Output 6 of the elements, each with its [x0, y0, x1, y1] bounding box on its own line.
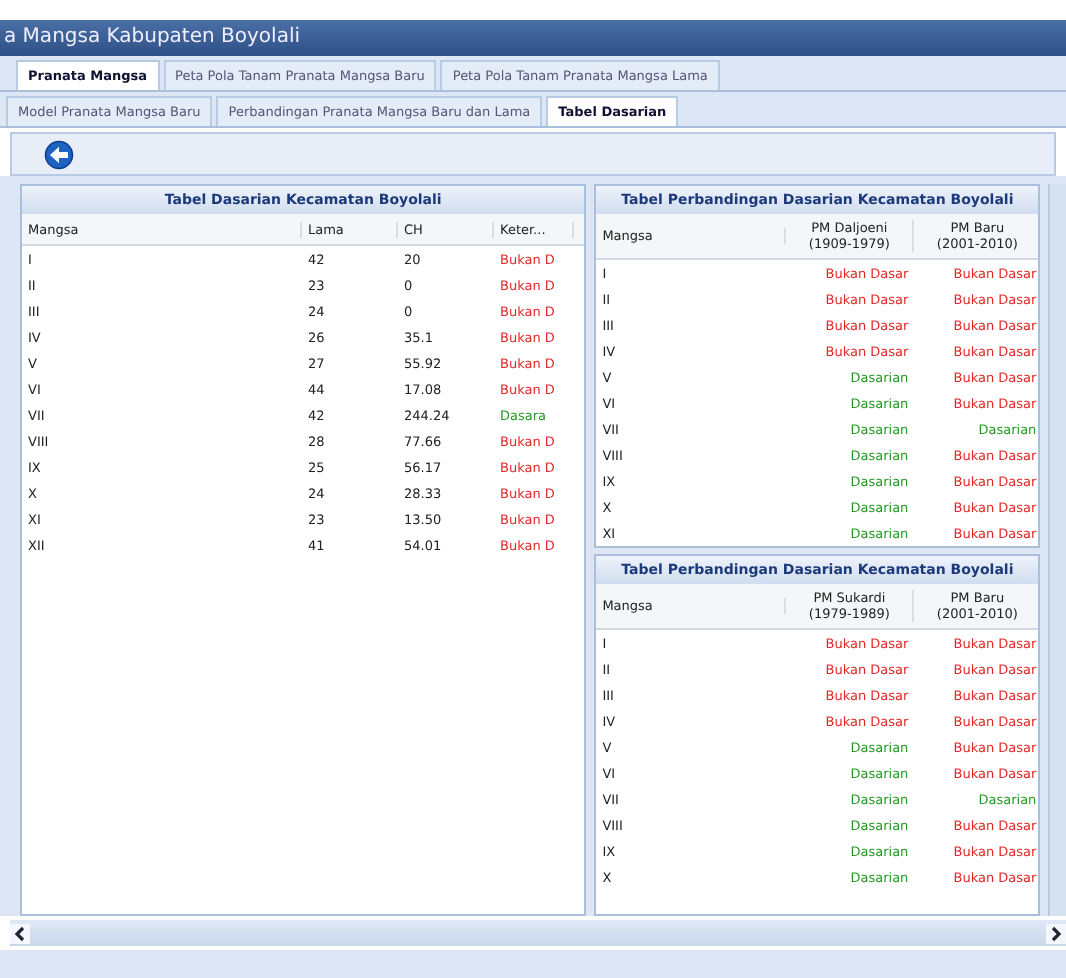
vertical-scrollbar[interactable] [1048, 184, 1066, 916]
scroll-right-icon[interactable] [1046, 923, 1066, 943]
scroll-left-icon[interactable] [10, 923, 30, 943]
horizontal-scrollbar[interactable] [10, 920, 1066, 946]
back-arrow-icon[interactable] [44, 139, 74, 169]
window-title: a Mangsa Kabupaten Boyolali [0, 20, 1066, 56]
